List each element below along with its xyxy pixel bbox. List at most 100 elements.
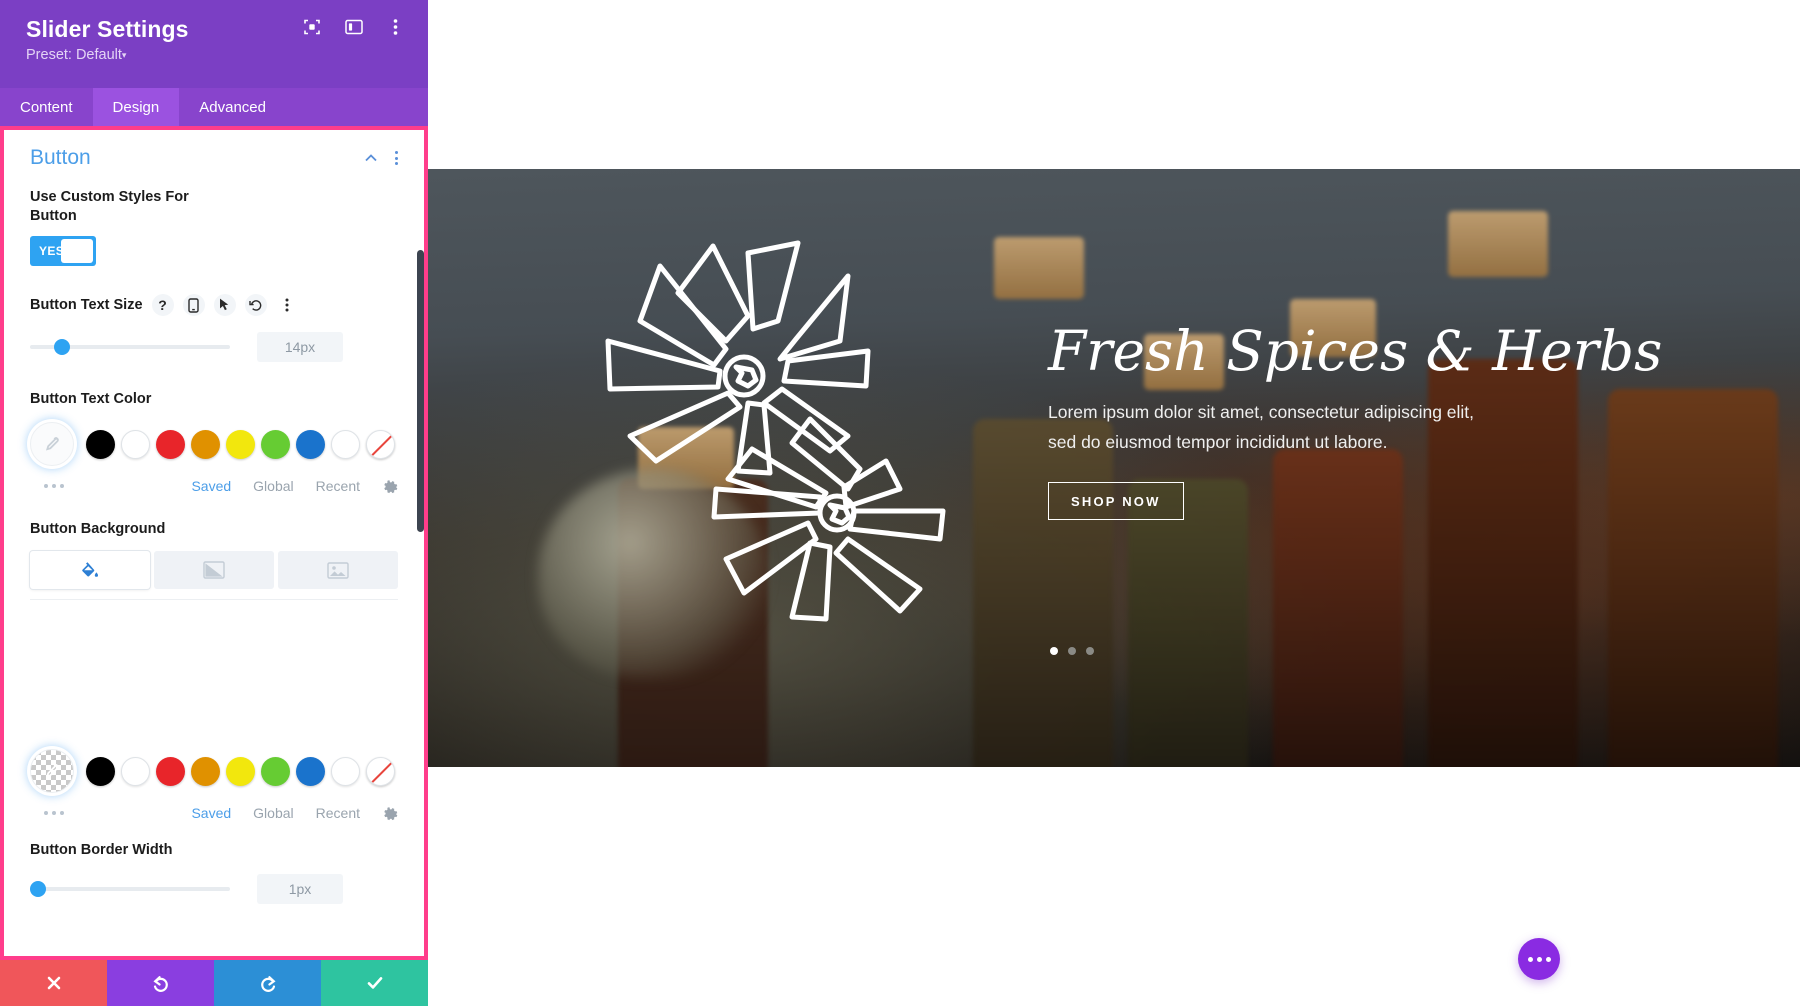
swatch-yellow[interactable] <box>226 756 255 786</box>
tab-content[interactable]: Content <box>0 88 93 126</box>
slide-description-line-1: Lorem ipsum dolor sit amet, consectetur … <box>1048 402 1475 422</box>
slider-thumb[interactable] <box>30 881 46 897</box>
button-text-size-row: Button Text Size ? <box>30 294 398 316</box>
swatch-orange[interactable] <box>191 756 220 786</box>
text-color-palette-footer: Saved Global Recent <box>30 478 398 494</box>
slider-thumb[interactable] <box>54 339 70 355</box>
swatch-white-2[interactable] <box>331 756 360 786</box>
button-text-size-input[interactable]: 14px <box>257 332 343 362</box>
solid-color-tab[interactable] <box>30 551 150 589</box>
slide-title: Fresh Spices & Herbs <box>1048 319 1663 383</box>
button-text-size-label: Button Text Size <box>30 296 143 313</box>
image-tab[interactable] <box>278 551 398 589</box>
toggle-knob <box>61 239 93 263</box>
chevron-up-icon[interactable] <box>363 150 379 166</box>
more-horizontal-icon <box>1536 956 1542 962</box>
slide-text-block: Fresh Spices & Herbs Lorem ipsum dolor s… <box>1048 319 1663 520</box>
page-preview: Fresh Spices & Herbs Lorem ipsum dolor s… <box>428 0 1800 1006</box>
palette-link-saved[interactable]: Saved <box>191 805 231 821</box>
decor-cork <box>1448 211 1548 277</box>
swatch-blue[interactable] <box>296 756 325 786</box>
reset-icon[interactable] <box>244 294 267 316</box>
more-vertical-icon[interactable] <box>385 16 406 37</box>
swatch-green[interactable] <box>261 429 290 459</box>
preset-selector[interactable]: Preset: Default▾ <box>26 47 406 63</box>
palette-link-global[interactable]: Global <box>253 805 293 821</box>
button-background-tabs <box>30 551 398 589</box>
decor-garlic <box>538 469 768 679</box>
swatch-white[interactable] <box>121 756 150 786</box>
save-button[interactable] <box>321 960 428 1006</box>
section-more-vertical-icon[interactable] <box>395 151 398 165</box>
more-horizontal-icon <box>1527 956 1533 962</box>
redo-button[interactable] <box>214 960 321 1006</box>
gradient-tab[interactable] <box>154 551 274 589</box>
slider-settings-panel: Slider Settings Preset: Default▾ Content… <box>0 0 428 1006</box>
focus-icon[interactable] <box>301 16 322 37</box>
swatch-blue[interactable] <box>296 429 325 459</box>
swatch-yellow[interactable] <box>226 429 255 459</box>
use-custom-styles-toggle[interactable]: YES <box>30 236 96 266</box>
slide-pagination-dots <box>1050 647 1094 655</box>
slide-dot-2[interactable] <box>1068 647 1076 655</box>
slide-dot-3[interactable] <box>1086 647 1094 655</box>
button-text-size-slider[interactable] <box>30 339 230 355</box>
swatch-none[interactable] <box>366 429 395 459</box>
swatch-none[interactable] <box>366 756 395 786</box>
panel-header: Slider Settings Preset: Default▾ <box>0 0 428 88</box>
swatch-white[interactable] <box>121 429 150 459</box>
gear-icon[interactable] <box>382 805 398 821</box>
gear-icon[interactable] <box>382 478 398 494</box>
swatch-red[interactable] <box>156 756 185 786</box>
toggle-value: YES <box>39 244 65 258</box>
button-text-color-swatches <box>30 422 398 466</box>
palette-more-icon[interactable] <box>30 811 64 815</box>
palette-link-saved[interactable]: Saved <box>191 478 231 494</box>
swatch-black[interactable] <box>86 429 115 459</box>
button-border-width-input[interactable]: 1px <box>257 874 343 904</box>
button-section-header: Button <box>30 146 398 170</box>
page-settings-fab[interactable] <box>1518 938 1560 980</box>
slide-description-line-2: sed do eiusmod tempor incididunt ut labo… <box>1048 432 1388 452</box>
button-text-size-slider-row: 14px <box>30 332 398 362</box>
swatch-red[interactable] <box>156 429 185 459</box>
panel-tabs: Content Design Advanced <box>0 88 428 126</box>
preset-label: Preset: Default <box>26 47 122 63</box>
swatch-white-2[interactable] <box>331 429 360 459</box>
undo-button[interactable] <box>107 960 214 1006</box>
button-border-width-slider-row: 1px <box>30 874 398 904</box>
tab-advanced[interactable]: Advanced <box>179 88 286 126</box>
swatch-black[interactable] <box>86 756 115 786</box>
panel-header-icons <box>301 16 406 37</box>
button-border-width-slider[interactable] <box>30 881 230 897</box>
palette-link-recent[interactable]: Recent <box>316 805 360 821</box>
swatch-orange[interactable] <box>191 429 220 459</box>
help-icon[interactable]: ? <box>151 294 174 316</box>
swatch-green[interactable] <box>261 756 290 786</box>
hover-cursor-icon[interactable] <box>213 294 236 316</box>
palette-link-global[interactable]: Global <box>253 478 293 494</box>
chevron-down-icon: ▾ <box>121 50 127 60</box>
panel-body-highlight: Button Use Custom Styles For Button YES … <box>0 126 428 960</box>
tab-design[interactable]: Design <box>92 88 180 126</box>
text-size-more-icon[interactable] <box>276 294 298 316</box>
slider-module: Fresh Spices & Herbs Lorem ipsum dolor s… <box>428 169 1800 767</box>
responsive-icon[interactable] <box>182 294 205 316</box>
shop-now-button[interactable]: SHOP NOW <box>1048 482 1184 520</box>
transparent-swatch[interactable] <box>30 749 74 793</box>
panel-body: Button Use Custom Styles For Button YES … <box>4 130 424 956</box>
panel-scrollbar[interactable] <box>417 250 424 532</box>
button-background-label: Button Background <box>30 521 166 537</box>
more-horizontal-icon <box>1545 956 1551 962</box>
button-border-width-label: Button Border Width <box>30 842 173 858</box>
cancel-button[interactable] <box>0 960 107 1006</box>
panel-footer <box>0 960 428 1006</box>
palette-link-recent[interactable]: Recent <box>316 478 360 494</box>
palette-more-icon[interactable] <box>30 484 64 488</box>
layout-panel-icon[interactable] <box>343 16 364 37</box>
eyedropper-swatch[interactable] <box>30 422 74 466</box>
button-background-swatches <box>30 749 398 793</box>
section-divider <box>30 599 398 600</box>
slide-dot-1[interactable] <box>1050 647 1058 655</box>
background-palette-footer: Saved Global Recent <box>30 805 398 821</box>
